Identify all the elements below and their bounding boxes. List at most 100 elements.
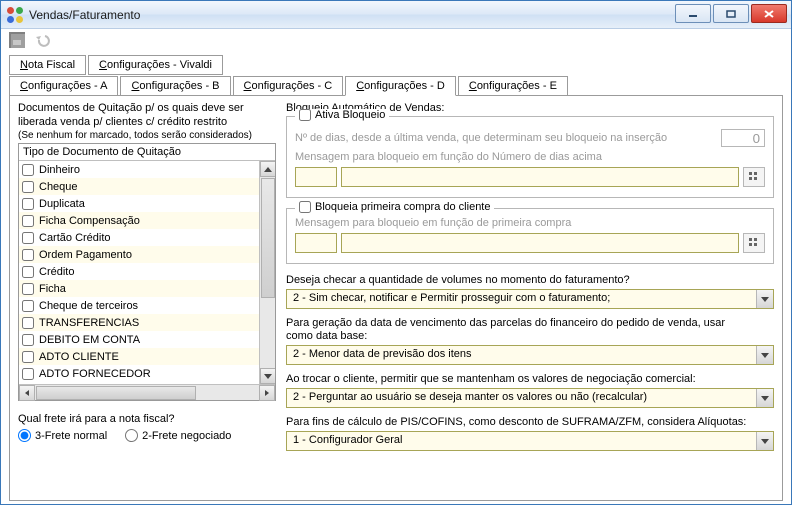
- input-num-dias[interactable]: [721, 129, 765, 147]
- tab-config-a[interactable]: Configurações - A: [9, 76, 118, 96]
- maximize-button[interactable]: [713, 4, 749, 23]
- quitacao-heading-2: liberada venda p/ clientes c/ crédito re…: [18, 116, 276, 128]
- list-item-label: Cheque: [39, 181, 78, 193]
- scroll-down-icon[interactable]: [260, 368, 275, 384]
- radio-frete-normal-input[interactable]: [18, 429, 31, 442]
- list-item-checkbox[interactable]: [22, 181, 34, 193]
- list-item[interactable]: Duplicata: [19, 195, 259, 212]
- list-item-checkbox[interactable]: [22, 334, 34, 346]
- tab-config-d[interactable]: Configurações - D: [345, 76, 456, 96]
- hscroll-thumb[interactable]: [36, 386, 196, 400]
- list-item[interactable]: Ficha: [19, 280, 259, 297]
- lookup-msg-primeira-button[interactable]: [743, 233, 765, 253]
- list-item-checkbox[interactable]: [22, 368, 34, 380]
- list-item-label: Ficha: [39, 283, 66, 295]
- tab-panel-config-d: Documentos de Quitação p/ os quais deve …: [9, 95, 783, 501]
- radio-frete-negociado-label: 2-Frete negociado: [142, 430, 231, 442]
- chevron-down-icon[interactable]: [756, 346, 773, 364]
- list-item-checkbox[interactable]: [22, 351, 34, 363]
- list-item[interactable]: Crédito: [19, 263, 259, 280]
- doc-quitacao-list-header[interactable]: Tipo de Documento de Quitação: [19, 144, 275, 161]
- minimize-button[interactable]: [675, 4, 711, 23]
- list-item[interactable]: Dinheiro: [19, 161, 259, 178]
- scroll-up-icon[interactable]: [260, 161, 275, 177]
- list-item-checkbox[interactable]: [22, 232, 34, 244]
- combo-volumes[interactable]: 2 - Sim checar, notificar e Permitir pro…: [286, 289, 774, 309]
- list-item[interactable]: ADTO FORNECEDOR: [19, 365, 259, 382]
- list-item-label: ADTO CLIENTE: [39, 351, 119, 363]
- scroll-thumb[interactable]: [261, 178, 275, 298]
- combo-trocar-value: 2 - Perguntar ao usuário se deseja mante…: [287, 389, 756, 407]
- label-bloqueia-primeira: Bloqueia primeira compra do cliente: [315, 201, 490, 213]
- combo-volumes-value: 2 - Sim checar, notificar e Permitir pro…: [287, 290, 756, 308]
- chevron-down-icon[interactable]: [756, 432, 773, 450]
- tab-row-1: Nota Fiscal Configurações - Vivaldi: [9, 55, 783, 75]
- chevron-down-icon[interactable]: [756, 389, 773, 407]
- list-item[interactable]: Cheque de terceiros: [19, 297, 259, 314]
- label-msg-primeira: Mensagem para bloqueio em função de prim…: [295, 217, 765, 229]
- radio-frete-negociado[interactable]: 2-Frete negociado: [125, 429, 231, 442]
- list-item[interactable]: ADTO CLIENTE: [19, 348, 259, 365]
- list-item-checkbox[interactable]: [22, 215, 34, 227]
- combo-trocar[interactable]: 2 - Perguntar ao usuário se deseja mante…: [286, 388, 774, 408]
- list-vscrollbar[interactable]: [259, 161, 275, 384]
- input-msg-dias-text[interactable]: [341, 167, 739, 187]
- list-item-checkbox[interactable]: [22, 300, 34, 312]
- window-title: Vendas/Faturamento: [29, 8, 140, 22]
- quitacao-heading-1: Documentos de Quitação p/ os quais deve …: [18, 102, 276, 114]
- list-item[interactable]: Ficha Compensação: [19, 212, 259, 229]
- q-volumes: Deseja checar a quantidade de volumes no…: [286, 274, 774, 286]
- lookup-msg-dias-button[interactable]: [743, 167, 765, 187]
- chevron-down-icon[interactable]: [756, 290, 773, 308]
- list-hscrollbar[interactable]: [19, 384, 275, 400]
- frete-question: Qual frete irá para a nota fiscal?: [18, 413, 276, 425]
- list-item-label: DEBITO EM CONTA: [39, 334, 140, 346]
- combo-pis[interactable]: 1 - Configurador Geral: [286, 431, 774, 451]
- checkbox-ativa-bloqueio[interactable]: [299, 109, 311, 121]
- doc-quitacao-list[interactable]: Tipo de Documento de Quitação Dinheiro Ch…: [18, 143, 276, 401]
- list-item-checkbox[interactable]: [22, 283, 34, 295]
- list-item-checkbox[interactable]: [22, 317, 34, 329]
- list-item[interactable]: TRANSFERENCIAS: [19, 314, 259, 331]
- tab-config-b[interactable]: Configurações - B: [120, 76, 230, 96]
- list-item-label: TRANSFERENCIAS: [39, 317, 139, 329]
- save-icon[interactable]: [9, 32, 25, 48]
- list-item[interactable]: Cheque: [19, 178, 259, 195]
- list-item-label: Ficha Compensação: [39, 215, 140, 227]
- radio-frete-negociado-input[interactable]: [125, 429, 138, 442]
- quitacao-hint: (Se nenhum for marcado, todos serão cons…: [18, 130, 276, 141]
- tab-nota-fiscal[interactable]: Nota Fiscal: [9, 55, 86, 75]
- radio-frete-normal[interactable]: 3-Frete normal: [18, 429, 107, 442]
- list-item-label: Ordem Pagamento: [39, 249, 132, 261]
- list-item-checkbox[interactable]: [22, 198, 34, 210]
- tab-config-c[interactable]: Configurações - C: [233, 76, 344, 96]
- window-frame: Vendas/Faturamento Nota Fiscal Configura…: [0, 0, 792, 505]
- close-button[interactable]: [751, 4, 787, 23]
- scroll-right-icon[interactable]: [259, 385, 275, 401]
- tab-config-vivaldi[interactable]: Configurações - Vivaldi: [88, 55, 223, 75]
- list-item-checkbox[interactable]: [22, 266, 34, 278]
- tab-config-e[interactable]: Configurações - E: [458, 76, 568, 96]
- checkbox-bloqueia-primeira[interactable]: [299, 201, 311, 213]
- scroll-left-icon[interactable]: [19, 385, 35, 401]
- q-vencimento-2: como data base:: [286, 330, 774, 342]
- list-item-checkbox[interactable]: [22, 249, 34, 261]
- list-item[interactable]: Ordem Pagamento: [19, 246, 259, 263]
- list-item-label: ADTO FORNECEDOR: [39, 368, 151, 380]
- combo-pis-value: 1 - Configurador Geral: [287, 432, 756, 450]
- list-item[interactable]: DEBITO EM CONTA: [19, 331, 259, 348]
- input-msg-dias-code[interactable]: [295, 167, 337, 187]
- combo-vencimento[interactable]: 2 - Menor data de previsão dos itens: [286, 345, 774, 365]
- lookup-icon: [747, 236, 761, 250]
- list-item-checkbox[interactable]: [22, 164, 34, 176]
- lookup-icon: [747, 170, 761, 184]
- list-item-label: Cartão Crédito: [39, 232, 111, 244]
- app-icon: [7, 7, 23, 23]
- undo-icon[interactable]: [35, 32, 51, 48]
- list-item[interactable]: Cartão Crédito: [19, 229, 259, 246]
- titlebar[interactable]: Vendas/Faturamento: [1, 1, 791, 29]
- input-msg-primeira-code[interactable]: [295, 233, 337, 253]
- input-msg-primeira-text[interactable]: [341, 233, 739, 253]
- label-ativa-bloqueio: Ativa Bloqueio: [315, 109, 385, 121]
- q-vencimento-1: Para geração da data de vencimento das p…: [286, 317, 774, 329]
